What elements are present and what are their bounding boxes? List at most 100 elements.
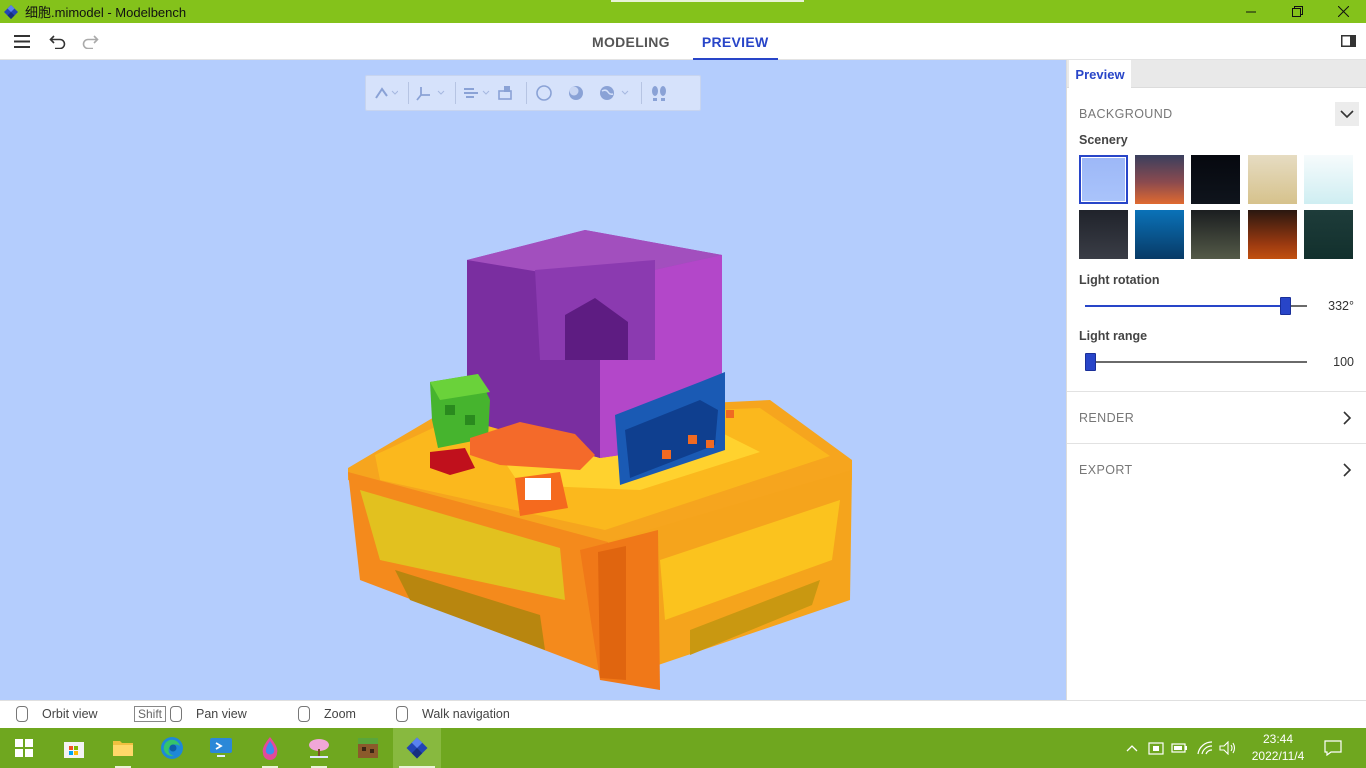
collapse-button[interactable]: [1335, 102, 1359, 126]
taskbar-paint[interactable]: [246, 728, 294, 768]
battery-icon: [1171, 743, 1187, 753]
tray-volume[interactable]: [1218, 728, 1238, 768]
restore-button[interactable]: [1274, 0, 1320, 23]
scenery-swatch-sand[interactable]: [1248, 155, 1297, 204]
minimize-button[interactable]: [1228, 0, 1274, 23]
scenery-swatch-night[interactable]: [1191, 155, 1240, 204]
light-rotation-label: Light rotation: [1079, 273, 1160, 287]
tree-app-icon: [309, 739, 329, 758]
hint-pan-label: Pan view: [196, 707, 247, 721]
scenery-swatch-ice[interactable]: [1304, 155, 1353, 204]
scroll-wheel-icon: [298, 706, 310, 722]
hamburger-menu-icon: [14, 34, 30, 48]
toggle-panel-button[interactable]: [1337, 31, 1359, 51]
shape-button[interactable]: [533, 75, 555, 111]
close-button[interactable]: [1320, 0, 1366, 23]
modelbench-icon: [406, 737, 428, 759]
hint-pan: Shift Pan view: [134, 706, 247, 722]
snap-icon: [375, 87, 398, 99]
light-rotation-value: 332°: [1328, 299, 1354, 313]
right-mouse-icon: [396, 706, 408, 722]
tray-wifi[interactable]: [1195, 728, 1215, 768]
title-bar[interactable]: 细胞.mimodel - Modelbench: [0, 0, 1366, 23]
hint-zoom-label: Zoom: [324, 707, 356, 721]
redo-button[interactable]: [79, 31, 101, 51]
windows-taskbar: 23:44 2022/11/4: [0, 728, 1366, 768]
light-range-label: Light range: [1079, 329, 1148, 343]
toolbar-separator: [455, 82, 456, 104]
expand-render-button[interactable]: [1335, 406, 1359, 430]
tray-battery[interactable]: [1170, 728, 1190, 768]
remote-desktop-icon: [210, 738, 232, 757]
walk-mode-button[interactable]: [648, 75, 670, 111]
paint-icon: [262, 737, 278, 760]
taskbar-minecraft[interactable]: [344, 728, 392, 768]
left-mouse-icon: [16, 706, 28, 722]
main-menu-button[interactable]: [11, 31, 33, 51]
hint-zoom: Zoom: [298, 706, 356, 722]
undo-icon: [49, 35, 66, 49]
panel-tabs: Preview: [1067, 60, 1366, 88]
shading-button[interactable]: [565, 75, 587, 111]
redo-icon: [82, 35, 99, 49]
start-button[interactable]: [0, 728, 48, 768]
taskbar-modelbench[interactable]: [393, 728, 441, 768]
render-section-header[interactable]: RENDER: [1067, 406, 1366, 430]
notification-icon: [1324, 740, 1342, 756]
snap-button[interactable]: [372, 75, 398, 111]
slider-thumb[interactable]: [1280, 297, 1291, 315]
expand-export-button[interactable]: [1335, 458, 1359, 482]
clock-date: 2022/11/4: [1251, 749, 1305, 763]
tab-preview-panel[interactable]: Preview: [1069, 60, 1131, 88]
chevron-right-icon: [1342, 463, 1351, 477]
background-section-header[interactable]: BACKGROUND: [1067, 102, 1366, 126]
texture-button[interactable]: [496, 75, 516, 111]
title-drag-indicator: [611, 0, 804, 2]
notification-center-button[interactable]: [1322, 728, 1344, 768]
scenery-swatch-sky-blue[interactable]: [1079, 155, 1128, 204]
tab-modeling[interactable]: MODELING: [583, 23, 679, 60]
taskbar-edge[interactable]: [148, 728, 196, 768]
shift-key-label: Shift: [134, 706, 167, 722]
light-rotation-slider[interactable]: [1085, 296, 1307, 316]
taskbar-file-explorer[interactable]: [99, 728, 147, 768]
render-header-label: RENDER: [1079, 411, 1135, 425]
scenery-swatch-lava[interactable]: [1248, 210, 1297, 259]
tray-security[interactable]: [1146, 728, 1166, 768]
file-explorer-icon: [113, 741, 133, 756]
chevron-right-icon: [1342, 411, 1351, 425]
scenery-swatch-olive-night[interactable]: [1191, 210, 1240, 259]
viewport-floating-toolbar: [365, 75, 701, 111]
tab-preview[interactable]: PREVIEW: [692, 23, 778, 60]
slider-fill: [1085, 305, 1286, 307]
scenery-swatch-dark-gray[interactable]: [1079, 210, 1128, 259]
scenery-swatch-ocean[interactable]: [1135, 210, 1184, 259]
scenery-swatch-deep-teal[interactable]: [1304, 210, 1353, 259]
taskbar-tree-app[interactable]: [295, 728, 343, 768]
system-clock[interactable]: 23:44 2022/11/4: [1238, 731, 1318, 765]
slider-thumb[interactable]: [1085, 353, 1096, 371]
axis-icon: [416, 87, 445, 101]
taskbar-remote-desktop[interactable]: [197, 728, 245, 768]
chevron-up-icon: [1126, 745, 1138, 752]
light-range-value: 100: [1333, 355, 1354, 369]
section-divider: [1067, 443, 1366, 444]
microsoft-store-icon: [64, 742, 84, 758]
3d-viewport[interactable]: [0, 60, 1066, 700]
hint-orbit-label: Orbit view: [42, 707, 98, 721]
hint-orbit: Orbit view: [16, 706, 98, 722]
hint-walk: Walk navigation: [396, 706, 510, 722]
properties-panel: Preview BACKGROUND Scenery Light rotatio…: [1066, 60, 1366, 700]
scenery-swatch-dusk[interactable]: [1135, 155, 1184, 204]
wind-button[interactable]: [462, 75, 492, 111]
undo-button[interactable]: [47, 31, 69, 51]
show-hidden-icons-button[interactable]: [1122, 728, 1142, 768]
environment-button[interactable]: [597, 75, 631, 111]
export-section-header[interactable]: EXPORT: [1067, 458, 1366, 482]
light-range-slider[interactable]: [1085, 352, 1307, 372]
toolbar-separator: [641, 82, 642, 104]
clock-time: 23:44: [1262, 732, 1294, 746]
slider-track: [1085, 361, 1307, 363]
taskbar-store[interactable]: [50, 728, 98, 768]
axis-button[interactable]: [415, 75, 445, 111]
